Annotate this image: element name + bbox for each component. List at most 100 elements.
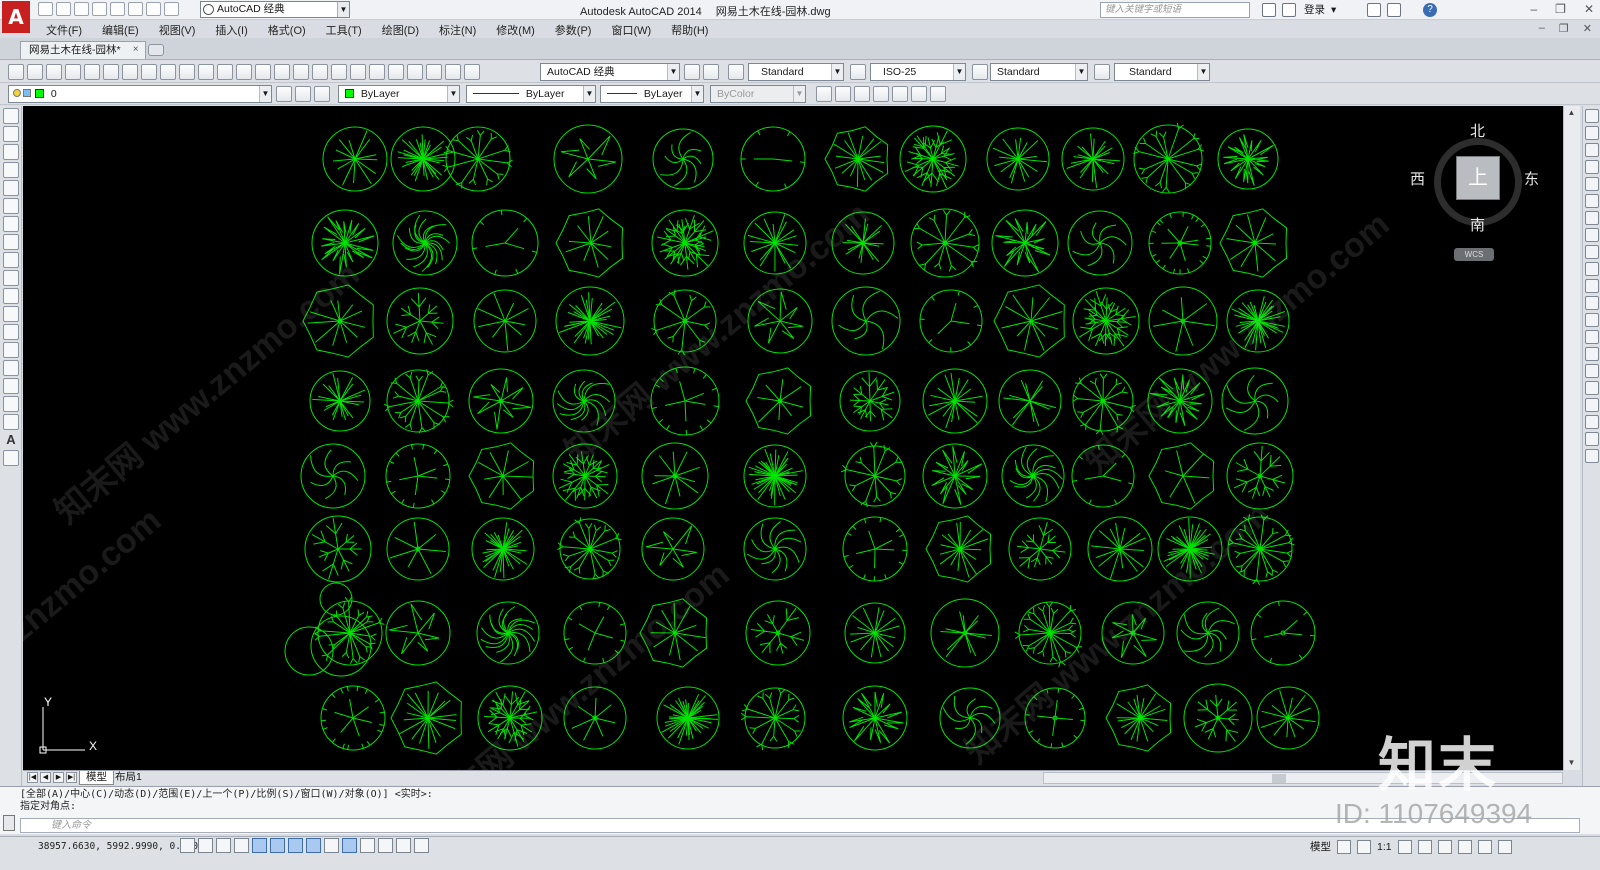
rectangle-icon[interactable]	[3, 180, 19, 196]
insert-block-icon[interactable]	[3, 306, 19, 322]
snap-mode-icon[interactable]	[198, 838, 213, 853]
exchange-icon[interactable]	[1367, 2, 1381, 17]
text-style-icon[interactable]	[728, 64, 744, 80]
save-as-icon[interactable]	[92, 2, 107, 16]
ellipse-arc-icon[interactable]	[3, 288, 19, 304]
erase-icon[interactable]	[1585, 109, 1599, 123]
workspace-combo[interactable]: AutoCAD 经典 ▼	[540, 63, 680, 81]
print-icon[interactable]	[110, 2, 125, 16]
multiline-text-icon[interactable]: A	[3, 432, 19, 448]
tab-layout1[interactable]: 布局1	[109, 771, 148, 785]
ortho-mode-icon[interactable]	[234, 838, 249, 853]
workspace-save-icon[interactable]	[703, 64, 719, 80]
lineweight-display-icon[interactable]	[360, 838, 375, 853]
color-combo[interactable]: ByLayer ▼	[338, 85, 460, 103]
make-block-icon[interactable]	[3, 324, 19, 340]
close-icon[interactable]: ✕	[1584, 2, 1594, 16]
save-icon[interactable]	[46, 64, 62, 80]
layer-previous-icon[interactable]	[314, 86, 330, 102]
open-icon[interactable]	[56, 2, 71, 16]
annotation-visibility-icon[interactable]	[1397, 839, 1412, 854]
menu-edit[interactable]: 编辑(E)	[92, 20, 149, 38]
dynamic-input-icon[interactable]	[342, 838, 357, 853]
preview-icon[interactable]	[84, 64, 100, 80]
paste-icon[interactable]	[179, 64, 195, 80]
mleader-style-icon[interactable]	[1094, 64, 1110, 80]
quick-properties-icon[interactable]	[396, 838, 411, 853]
line-icon[interactable]	[3, 108, 19, 124]
minimize-icon[interactable]: –	[1530, 2, 1537, 16]
chevron-down-icon[interactable]: ▼	[667, 64, 679, 80]
move-icon[interactable]	[1585, 194, 1599, 208]
menu-format[interactable]: 格式(O)	[258, 20, 316, 38]
autocad-logo[interactable]: A	[2, 1, 30, 33]
infer-constraints-icon[interactable]	[180, 838, 195, 853]
polygon-icon[interactable]	[3, 162, 19, 178]
design-center-icon[interactable]	[369, 64, 385, 80]
copy-icon[interactable]	[160, 64, 176, 80]
circle-icon[interactable]	[3, 216, 19, 232]
table-icon[interactable]	[3, 414, 19, 430]
selection-cycling-icon[interactable]	[414, 838, 429, 853]
fillet-icon[interactable]	[1585, 347, 1599, 361]
mleader-style-combo[interactable]: Standard ▼	[1114, 63, 1210, 81]
chevron-down-icon[interactable]: ▼	[953, 64, 965, 80]
command-customize-icon[interactable]	[3, 815, 15, 831]
dynamic-ucs-icon[interactable]	[324, 838, 339, 853]
ucs-icon[interactable]	[835, 86, 851, 102]
array-icon[interactable]	[1585, 177, 1599, 191]
object-snap-icon[interactable]	[270, 838, 285, 853]
first-layout-icon[interactable]: |◀	[27, 772, 38, 783]
offset-icon[interactable]	[1585, 160, 1599, 174]
plot-icon[interactable]	[65, 64, 81, 80]
chevron-down-icon[interactable]: ▼	[691, 86, 703, 102]
arc-icon[interactable]	[3, 198, 19, 214]
prev-layout-icon[interactable]: ◀	[40, 772, 51, 783]
add-selected-icon[interactable]	[3, 450, 19, 466]
menu-file[interactable]: 文件(F)	[36, 20, 92, 38]
redo-icon[interactable]	[255, 64, 271, 80]
menu-dimension[interactable]: 标注(N)	[429, 20, 486, 38]
3d-object-snap-icon[interactable]	[288, 838, 303, 853]
polyline-icon[interactable]	[3, 144, 19, 160]
menu-help[interactable]: 帮助(H)	[661, 20, 718, 38]
annotation-scale[interactable]: 1:1	[1377, 841, 1392, 853]
scroll-down-icon[interactable]: ▼	[1564, 756, 1579, 770]
stretch-icon[interactable]	[1585, 245, 1599, 259]
zoom-realtime-icon[interactable]	[293, 64, 309, 80]
undo-icon[interactable]	[128, 2, 143, 16]
chevron-down-icon[interactable]: ▼	[1197, 64, 1209, 80]
ungroup-icon[interactable]	[1585, 432, 1599, 446]
group-icon[interactable]	[1585, 415, 1599, 429]
markup-icon[interactable]	[426, 64, 442, 80]
ellipse-icon[interactable]	[3, 270, 19, 286]
block-editor-icon[interactable]	[217, 64, 233, 80]
compass-south[interactable]: 南	[1470, 214, 1485, 235]
qat-dropdown-icon[interactable]	[164, 2, 179, 16]
sheet-set-icon[interactable]	[407, 64, 423, 80]
chevron-down-icon[interactable]: ▼	[583, 86, 595, 102]
binoculars-icon[interactable]	[1262, 2, 1276, 17]
quick-view-drawings-icon[interactable]	[1357, 839, 1371, 854]
dim-style-icon[interactable]	[850, 64, 866, 80]
chevron-down-icon[interactable]: ▼	[1075, 64, 1087, 80]
zoom-previous-icon[interactable]	[331, 64, 347, 80]
isolate-objects-icon[interactable]	[1477, 839, 1492, 854]
chevron-down-icon[interactable]: ▼	[831, 64, 843, 80]
menu-window[interactable]: 窗口(W)	[601, 20, 661, 38]
help-icon[interactable]: ?	[1423, 2, 1437, 17]
dim-style-combo[interactable]: ISO-25 ▼	[870, 63, 966, 81]
menu-insert[interactable]: 插入(I)	[205, 20, 257, 38]
visual-style-icon[interactable]	[911, 86, 927, 102]
clean-screen-icon[interactable]	[1497, 839, 1512, 854]
gradient-icon[interactable]	[3, 378, 19, 394]
cut-icon[interactable]	[141, 64, 157, 80]
wcs-menu[interactable]: WCS	[1454, 248, 1494, 261]
polar-tracking-icon[interactable]	[252, 838, 267, 853]
workspace-switch-icon[interactable]	[1417, 839, 1432, 854]
scale-icon[interactable]	[1585, 228, 1599, 242]
hardware-acceleration-icon[interactable]	[1457, 839, 1472, 854]
workspace-settings-icon[interactable]	[684, 64, 700, 80]
tool-palettes-icon[interactable]	[388, 64, 404, 80]
ucs-world-icon[interactable]	[854, 86, 870, 102]
